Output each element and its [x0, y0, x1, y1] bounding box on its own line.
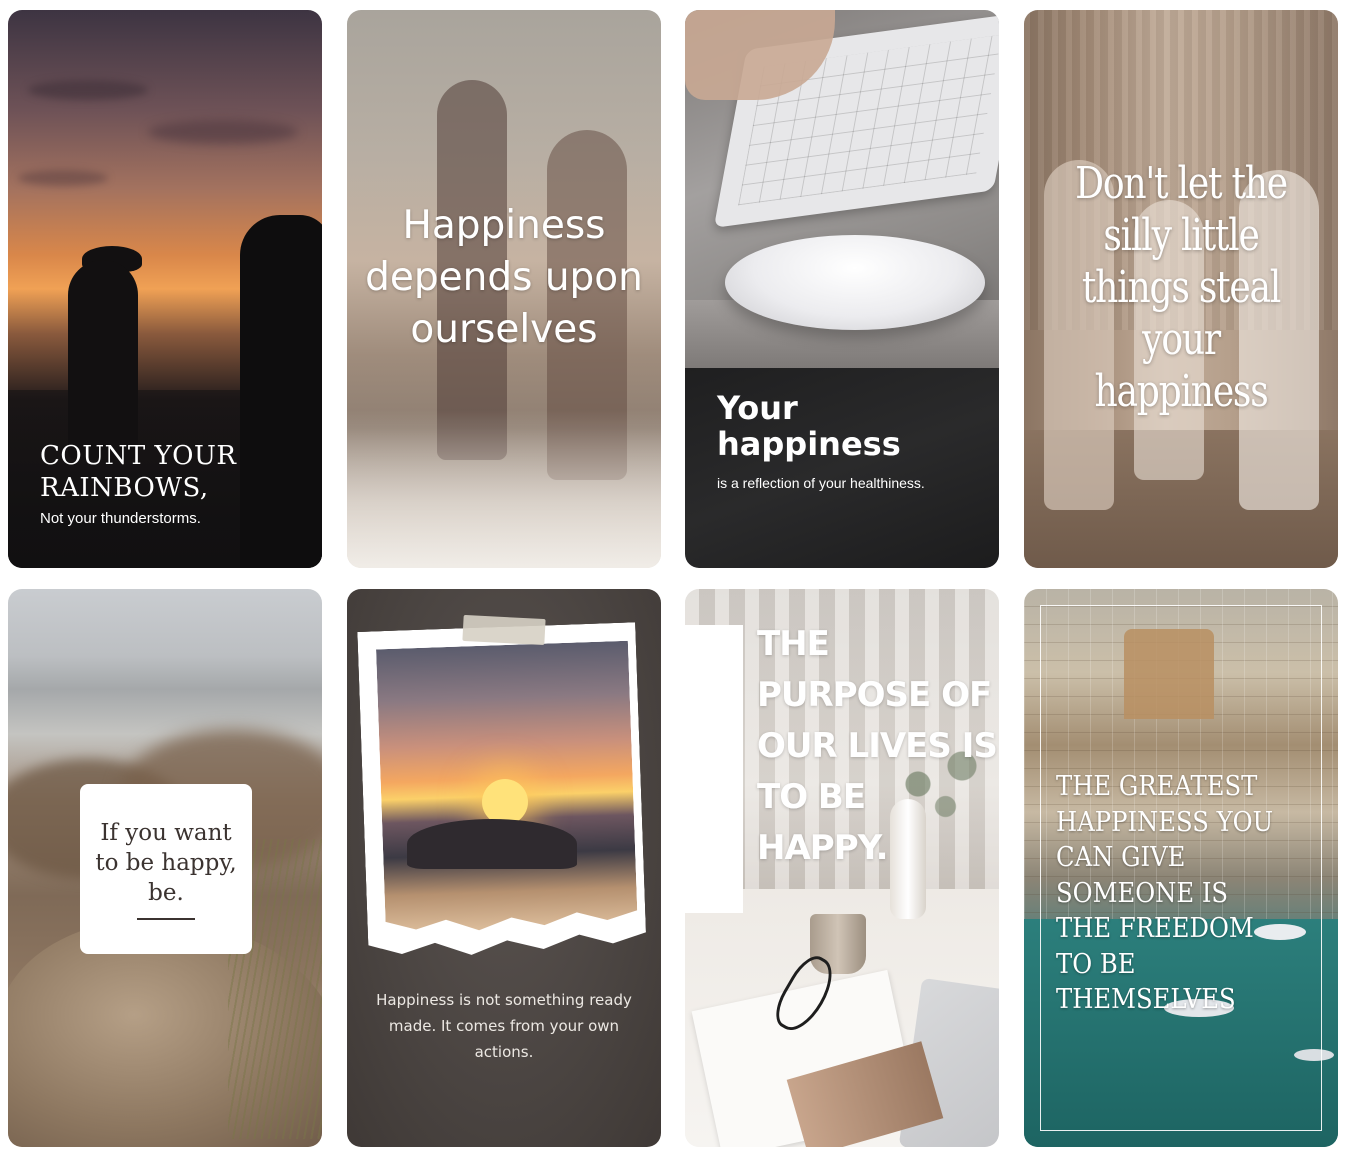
- template-card-happiness-not-ready-made[interactable]: Happiness is not something ready made. I…: [347, 589, 661, 1147]
- tape-strip: [462, 614, 546, 646]
- silhouette-person: [240, 215, 322, 568]
- card-title: Your happiness: [717, 389, 901, 463]
- template-card-count-your-rainbows[interactable]: COUNT YOUR RAINBOWS, Not your thundersto…: [8, 10, 322, 568]
- cloud: [28, 80, 148, 100]
- template-card-if-you-want[interactable]: If you want to be happy, be.: [8, 589, 322, 1147]
- template-card-your-happiness[interactable]: Your happiness is a reflection of your h…: [685, 10, 999, 568]
- silhouette-person: [68, 260, 138, 460]
- accent-bar: [685, 625, 743, 913]
- card-subtitle: is a reflection of your healthiness.: [717, 475, 925, 491]
- card-subtitle: Not your thunderstorms.: [40, 510, 201, 527]
- divider: [137, 918, 195, 920]
- card-title: Happiness is not something ready made. I…: [376, 991, 632, 1061]
- template-card-silly-little-things[interactable]: Don't let the silly little things steal …: [1024, 10, 1338, 568]
- cloud: [148, 120, 298, 144]
- cloud: [18, 170, 108, 186]
- card-title: If you want to be happy, be.: [95, 820, 237, 906]
- rocks-silhouette: [407, 819, 577, 869]
- quote-box: If you want to be happy, be.: [80, 784, 252, 954]
- card-title: THE GREATEST HAPPINESS YOU CAN GIVE SOME…: [1056, 771, 1274, 1015]
- card-title: Don't let the silly little things steal …: [1075, 158, 1288, 417]
- card-title: Happiness depends upon ourselves: [365, 203, 643, 352]
- template-card-purpose-of-our-lives[interactable]: THE PURPOSE OF OUR LIVES IS TO BE HAPPY.: [685, 589, 999, 1147]
- card-title: COUNT YOUR RAINBOWS,: [40, 441, 237, 503]
- sea-foam: [347, 410, 661, 568]
- mouse-image: [725, 235, 985, 330]
- template-card-greatest-happiness[interactable]: THE GREATEST HAPPINESS YOU CAN GIVE SOME…: [1024, 589, 1338, 1147]
- template-card-happiness-depends[interactable]: Happiness depends upon ourselves: [347, 10, 661, 568]
- card-title: THE PURPOSE OF OUR LIVES IS TO BE HAPPY.: [757, 624, 998, 868]
